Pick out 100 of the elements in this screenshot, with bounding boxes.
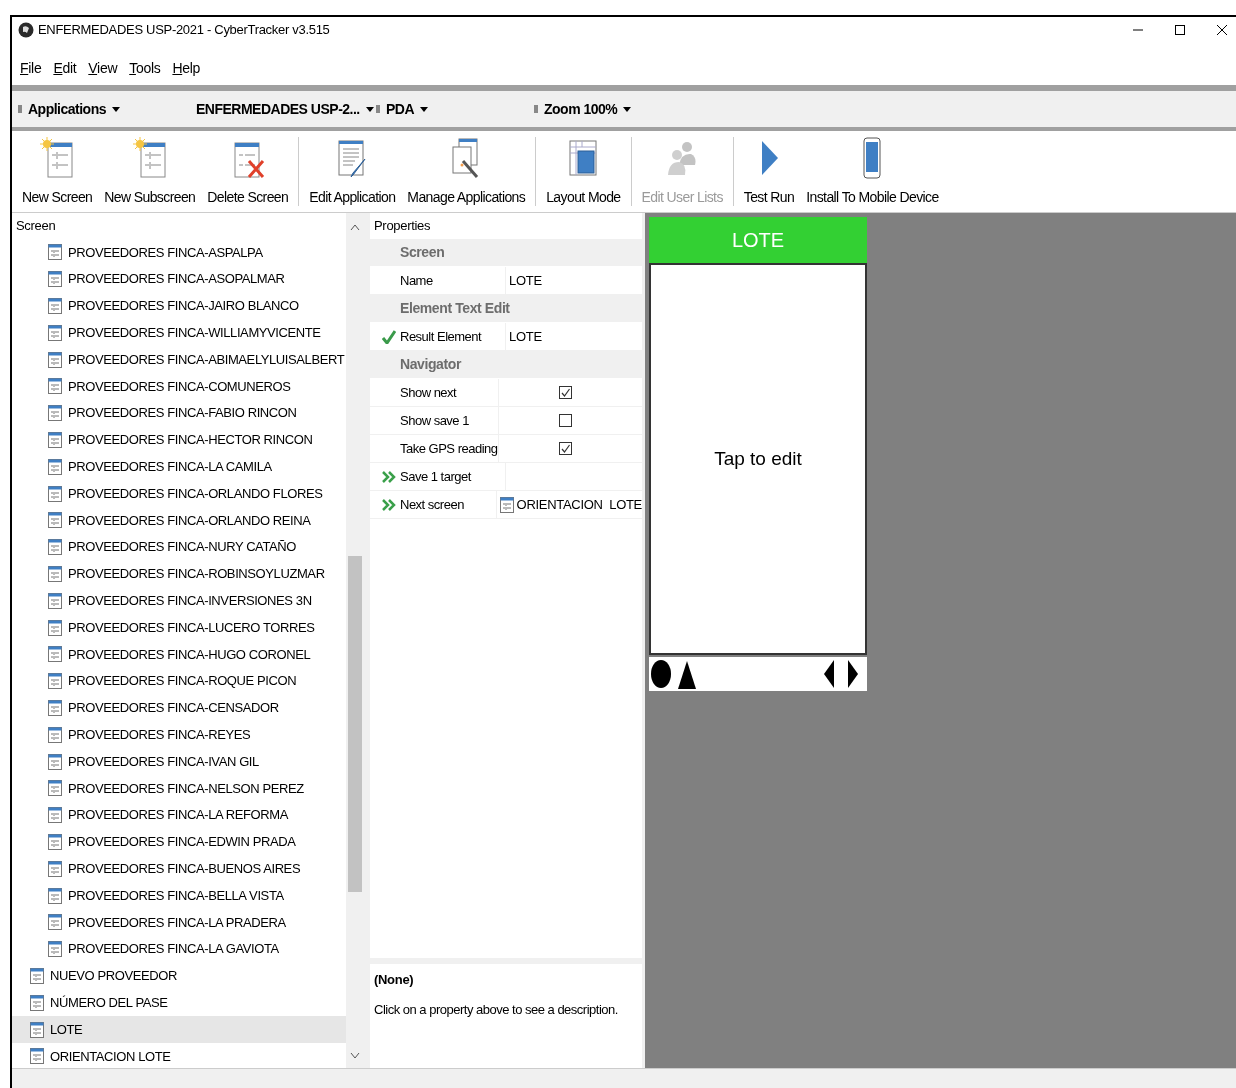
scrollbar-thumb[interactable] [348, 556, 362, 892]
screen-icon [499, 496, 514, 513]
tree-item[interactable]: LOTE [12, 1016, 346, 1043]
toolbar-button[interactable]: New Screen [16, 135, 99, 208]
close-icon[interactable] [1216, 24, 1228, 36]
screen-icon [48, 485, 62, 502]
property-name: Save 1 target [400, 467, 471, 486]
dropdown[interactable]: Zoom 100% [544, 98, 632, 120]
tree-item-label: PROVEEDORES FINCA-HECTOR RINCON [68, 431, 313, 450]
menu-item[interactable]: File [18, 57, 44, 79]
menu-item[interactable]: View [86, 57, 120, 79]
toolbar-button[interactable]: Install To Mobile Device [800, 135, 945, 208]
screen-icon [30, 1021, 44, 1038]
property-value[interactable]: LOTE [509, 270, 542, 291]
screen-icon [48, 592, 62, 609]
menu-item[interactable]: Tools [127, 57, 163, 79]
circle-icon[interactable] [651, 659, 671, 689]
new-screen-icon [40, 137, 75, 179]
tree-item-label: ORIENTACION LOTE [50, 1047, 171, 1066]
scrollbar[interactable] [346, 213, 364, 1068]
property-category[interactable]: Screen [400, 242, 445, 263]
tree-item-label: PROVEEDORES FINCA-ROQUE PICON [68, 672, 297, 691]
tap-to-edit-text: Tap to edit [714, 446, 802, 471]
screen-icon [48, 431, 62, 448]
property-name: Result Element [400, 327, 482, 346]
tree-item-label: NUEVO PROVEEDOR [50, 967, 177, 986]
screen-icon [48, 860, 62, 877]
back-arrow-icon[interactable] [823, 659, 835, 689]
screen-icon [48, 244, 62, 261]
property-name: Next screen [400, 495, 464, 514]
maximize-icon[interactable] [1174, 24, 1186, 36]
tree-item-label: PROVEEDORES FINCA-ORLANDO REINA [68, 511, 311, 530]
screen-icon [30, 994, 44, 1011]
dropdown-caret-icon [420, 106, 429, 112]
scroll-up-icon[interactable] [350, 223, 360, 231]
screen-icon [48, 780, 62, 797]
dropdown[interactable]: ENFERMEDADES USP-2... [196, 98, 374, 120]
tree-item-label: PROVEEDORES FINCA-LUCERO TORRES [68, 618, 315, 637]
tree-item-label: PROVEEDORES FINCA-FABIO RINCON [68, 404, 297, 423]
menu-item[interactable]: Edit [51, 57, 79, 79]
app-logo-icon [18, 22, 34, 38]
property-name: Show save 1 [400, 411, 469, 430]
screen-icon [48, 298, 62, 314]
screen-icon [48, 753, 62, 770]
tree-item-label: PROVEEDORES FINCA-ASPALPA [68, 243, 263, 262]
tree-item-label: PROVEEDORES FINCA-IVAN GIL [68, 752, 259, 771]
window-title: ENFERMEDADES USP-2021 - CyberTracker v3.515 [38, 21, 330, 40]
toolbar-button[interactable]: Manage Applications [401, 135, 532, 208]
screen-icon [48, 539, 62, 556]
dropdown[interactable]: PDA [386, 98, 429, 120]
tree-item-label: PROVEEDORES FINCA-JAIRO BLANCO [68, 297, 299, 316]
toolbar-button[interactable]: Test Run [737, 135, 801, 208]
tree-item-label: PROVEEDORES FINCA-NURY CATAÑO [68, 538, 296, 557]
screen-icon [48, 726, 62, 743]
tree-item-label: PROVEEDORES FINCA-CENSADOR [68, 699, 279, 718]
screen-icon [48, 619, 62, 636]
screen-icon [48, 914, 62, 931]
screen-icon [48, 271, 62, 288]
dropdown[interactable]: Applications [28, 98, 120, 120]
screen-icon [48, 565, 62, 582]
property-value[interactable]: LOTE [509, 326, 542, 347]
dropdown-caret-icon [365, 106, 374, 112]
screen-icon [48, 646, 62, 663]
toolbar-button[interactable]: Delete Screen [201, 135, 295, 208]
checkbox[interactable] [559, 386, 572, 399]
dropdown-caret-icon [623, 106, 632, 112]
screen-body[interactable]: Tap to edit [649, 265, 867, 655]
scroll-down-icon[interactable] [350, 1052, 360, 1060]
tree-item-label: PROVEEDORES FINCA-INVERSIONES 3N [68, 592, 312, 610]
property-category[interactable]: Navigator [400, 354, 461, 375]
screen-icon [48, 699, 62, 716]
dropdown-caret-icon [112, 106, 120, 112]
description-title: (None) [374, 971, 415, 989]
checkbox[interactable] [559, 442, 572, 455]
forward-arrow-icon[interactable] [847, 659, 859, 689]
tree-item-label: PROVEEDORES FINCA-WILLIAMYVICENTE [68, 324, 321, 343]
tree-item-label: PROVEEDORES FINCA-ROBINSOYLUZMAR [68, 565, 325, 584]
tree-item-label: PROVEEDORES FINCA-BUENOS AIRES [68, 859, 301, 878]
property-value[interactable]: ORIENTACION LOTE [516, 494, 642, 515]
check-icon [382, 329, 396, 344]
tree-item-label: PROVEEDORES FINCA-LA REFORMA [68, 806, 288, 825]
menu-item[interactable]: Help [170, 57, 202, 79]
screen-icon [48, 673, 62, 690]
screen-icon [30, 1048, 44, 1065]
screen-icon [48, 941, 62, 958]
new-screen-icon [132, 137, 167, 179]
screen-icon [48, 833, 62, 850]
toolbar-button[interactable]: Edit Application [303, 135, 402, 208]
checkbox[interactable] [559, 414, 572, 427]
tree-header: Screen [15, 217, 57, 236]
toolbar-button[interactable]: New Subscreen [98, 135, 202, 208]
tree-item-label: LOTE [50, 1020, 83, 1039]
tree-item-label: PROVEEDORES FINCA-ASOPALMAR [68, 270, 285, 289]
toolbar-button[interactable]: Layout Mode [540, 135, 627, 208]
screen-icon [48, 512, 62, 529]
tree-item-label: PROVEEDORES FINCA-REYES [68, 726, 251, 744]
description-text: Click on a property above to see a description. [374, 1000, 619, 1019]
double-arrow-icon [382, 470, 398, 483]
screen-icon [48, 405, 62, 422]
tree-item-label: PROVEEDORES FINCA-HUGO CORONEL [68, 645, 311, 664]
